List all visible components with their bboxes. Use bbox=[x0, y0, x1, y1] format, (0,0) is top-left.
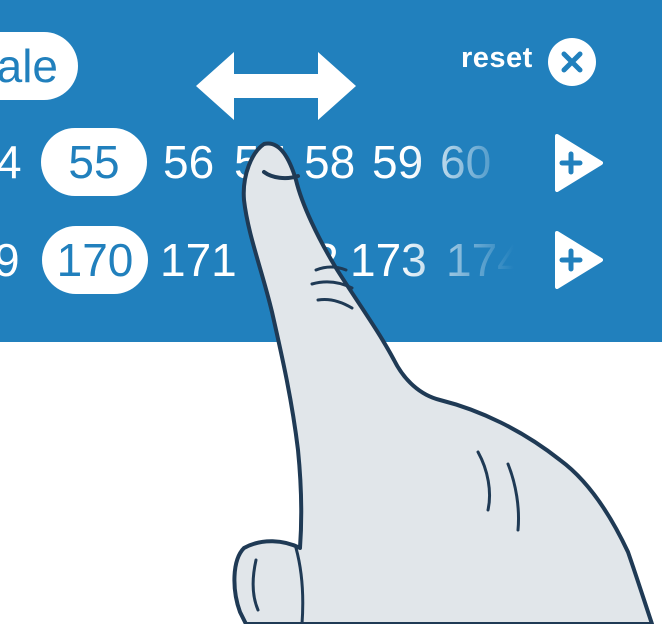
pointing-hand-icon bbox=[232, 141, 654, 624]
illustration: ale reset 4 55 56 57 58 59 60 9 170 171 bbox=[0, 0, 662, 624]
